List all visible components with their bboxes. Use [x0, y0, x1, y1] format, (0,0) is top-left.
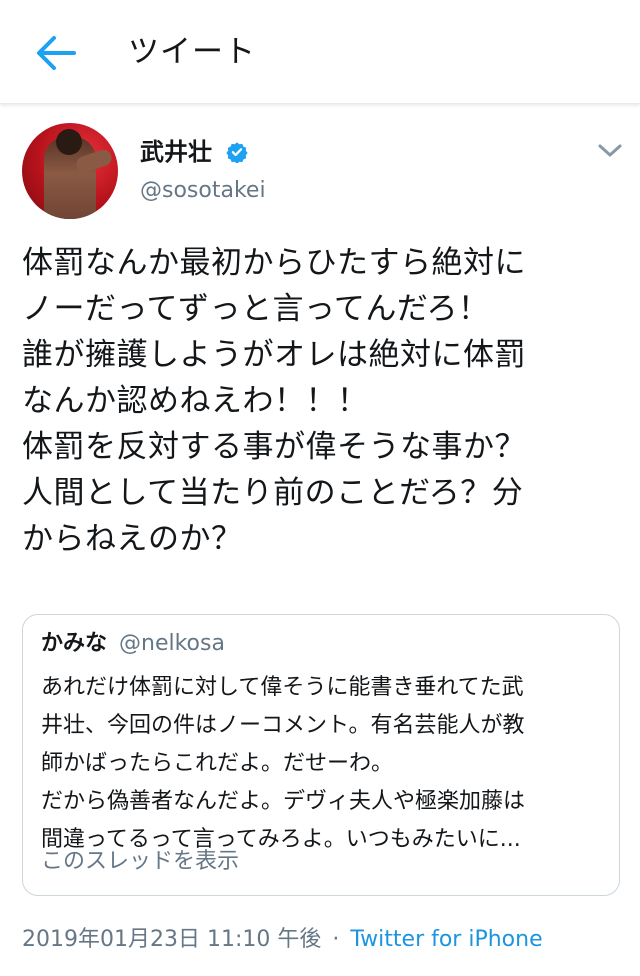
quote-line: 井壮、今回の件はノーコメント。有名芸能人が教 [41, 713, 525, 738]
quoted-author-handle: @nelkosa [119, 631, 225, 656]
tweet-line: からねえのか？ [22, 521, 243, 557]
tweet-text: 体罰なんか最初からひたすら絶対に ノーだってずっと言ってんだろ！ 誰が擁護しよう… [22, 240, 628, 562]
quoted-tweet-text: あれだけ体罰に対して偉そうに能書き垂れてた武 井壮、今回の件はノーコメント。有名… [41, 669, 611, 859]
quote-line: 師かばったらこれだよ。だせーわ。 [41, 751, 394, 776]
tweet-line: 誰が擁護しようがオレは絶対に体罰 [22, 337, 526, 373]
quoted-author-name: かみな [41, 631, 108, 656]
tweet-menu-button[interactable] [596, 138, 624, 162]
tweet-line: 人間として当たり前のことだろ？分 [22, 475, 524, 511]
page-title: ツイート [128, 34, 256, 70]
app-header: ツイート [0, 0, 640, 104]
meta-separator: · [332, 927, 340, 952]
tweet-line: 体罰なんか最初からひたすら絶対に [22, 245, 526, 281]
tweet-timestamp[interactable]: 2019年01月23日 11:10 午後 [22, 927, 321, 952]
quote-line: だから偽善者なんだよ。デヴィ夫人や極楽加藤は [41, 789, 526, 814]
arrow-left-icon [37, 36, 76, 70]
tweet-meta: 2019年01月23日 11:10 午後 · Twitter for iPhon… [22, 924, 543, 956]
author-handle[interactable]: @sosotakei [140, 176, 266, 206]
avatar[interactable] [22, 123, 118, 219]
show-thread-link[interactable]: このスレッドを表示 [41, 847, 239, 877]
avatar-head [56, 129, 82, 155]
back-button[interactable] [30, 30, 82, 76]
tweet-line: ノーだってずっと言ってんだろ！ [22, 291, 490, 327]
verified-badge-icon [226, 142, 248, 163]
client-link[interactable]: Twitter for iPhone [350, 927, 542, 952]
quote-line: あれだけ体罰に対して偉そうに能書き垂れてた武 [41, 675, 524, 700]
author-name[interactable]: 武井壮 [140, 136, 212, 168]
tweet-line: 体罰を反対する事が偉そうな事か？ [22, 429, 526, 465]
quoted-tweet-card[interactable]: かみな @nelkosa あれだけ体罰に対して偉そうに能書き垂れてた武 井壮、今… [22, 614, 620, 896]
chevron-down-icon [598, 144, 622, 157]
tweet-line: なんか認めねえわ！！！ [22, 383, 369, 419]
